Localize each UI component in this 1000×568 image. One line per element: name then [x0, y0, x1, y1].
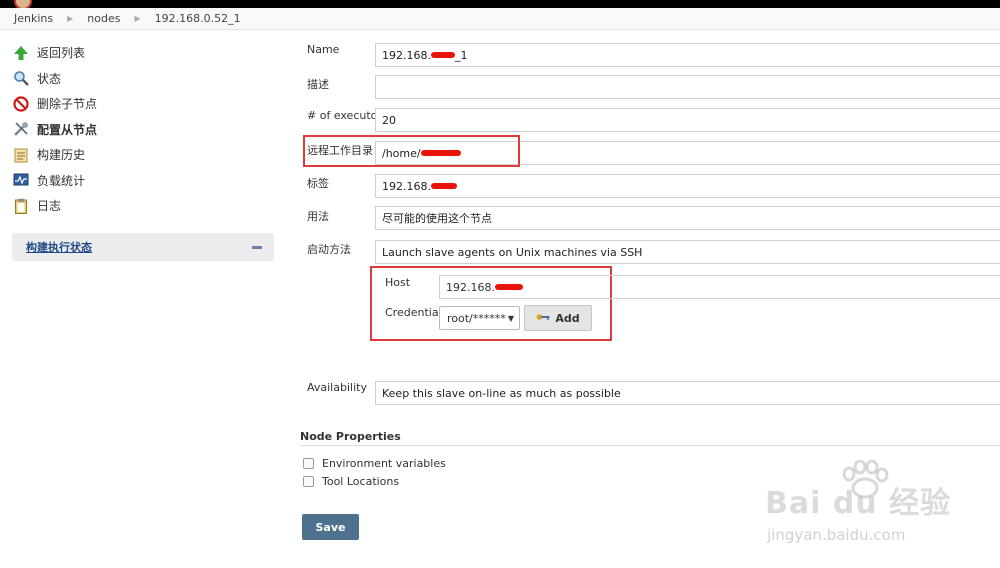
- tool-locations-checkbox[interactable]: [303, 476, 314, 487]
- launch-method-label: 启动方法: [307, 243, 351, 256]
- sidebar-item-back-to-list[interactable]: 返回列表: [12, 40, 274, 66]
- sidebar: 返回列表 状态 删除子节点 配置从节点 构建历史 负载统计 日志: [12, 40, 274, 219]
- watermark-url: jingyan.baidu.com: [767, 526, 906, 544]
- name-label: Name: [307, 43, 340, 56]
- breadcrumb-separator-icon: ▶: [134, 14, 141, 23]
- executor-status-title[interactable]: 构建执行状态: [26, 239, 92, 255]
- wrench-icon: [12, 120, 30, 138]
- remote-dir-label: 远程工作目录: [307, 144, 373, 157]
- usage-select[interactable]: 尽可能的使用这个节点: [375, 206, 1000, 230]
- credentials-selected-value: root/******: [447, 311, 506, 325]
- description-input[interactable]: [375, 75, 1000, 99]
- sidebar-item-label: 构建历史: [37, 148, 86, 163]
- dropdown-arrow-icon: ▼: [507, 313, 514, 323]
- no-entry-icon: [12, 95, 30, 113]
- sidebar-item-label: 删除子节点: [37, 97, 98, 112]
- sidebar-item-label: 负载统计: [37, 173, 86, 188]
- sidebar-item-log[interactable]: 日志: [12, 193, 274, 219]
- top-header-bar: [0, 0, 1000, 8]
- sidebar-item-label: 返回列表: [37, 46, 86, 61]
- notepad-icon: [12, 146, 30, 164]
- name-value-suffix: _1: [454, 48, 468, 62]
- sidebar-item-delete-node[interactable]: 删除子节点: [12, 91, 274, 117]
- redaction-mark: [430, 52, 455, 58]
- sidebar-item-configure[interactable]: 配置从节点: [12, 117, 274, 143]
- clipboard-icon: [12, 197, 30, 215]
- launch-method-select[interactable]: Launch slave agents on Unix machines via…: [375, 240, 1000, 264]
- breadcrumb-jenkins[interactable]: Jenkins: [14, 12, 53, 25]
- sidebar-item-build-history[interactable]: 构建历史: [12, 142, 274, 168]
- redaction-mark: [420, 150, 461, 156]
- section-divider: [300, 445, 1000, 446]
- breadcrumb: Jenkins ▶ nodes ▶ 192.168.0.52_1: [0, 8, 1000, 30]
- usage-label: 用法: [307, 210, 329, 223]
- collapse-icon[interactable]: [252, 245, 262, 249]
- env-variables-label: Environment variables: [322, 457, 446, 470]
- labels-value-prefix: 192.168.: [382, 179, 431, 193]
- baidu-watermark: Bai du 经验 jingyan.baidu.com: [765, 460, 1000, 560]
- description-label: 描述: [307, 78, 329, 91]
- node-properties-title: Node Properties: [300, 430, 401, 443]
- add-credentials-button[interactable]: Add: [524, 305, 592, 331]
- labels-input[interactable]: 192.168.: [375, 174, 1000, 198]
- monitor-icon: [12, 171, 30, 189]
- save-button[interactable]: Save: [302, 514, 359, 540]
- executors-input[interactable]: 20: [375, 108, 1000, 132]
- remote-dir-input[interactable]: /home/: [375, 141, 1000, 165]
- name-value-prefix: 192.168.: [382, 48, 431, 62]
- search-icon: [12, 69, 30, 87]
- watermark-brand: Bai du 经验: [765, 486, 952, 521]
- breadcrumb-nodes[interactable]: nodes: [87, 12, 120, 25]
- breadcrumb-node[interactable]: 192.168.0.52_1: [155, 12, 241, 25]
- name-input[interactable]: 192.168. _1: [375, 43, 1000, 67]
- jenkins-logo[interactable]: [14, 0, 32, 8]
- paw-icon: [842, 460, 889, 499]
- sidebar-item-load-statistics[interactable]: 负载统计: [12, 168, 274, 194]
- sidebar-item-status[interactable]: 状态: [12, 66, 274, 92]
- redaction-mark: [430, 183, 457, 189]
- host-input[interactable]: 192.168.: [439, 275, 1000, 299]
- sidebar-item-label: 状态: [37, 71, 62, 86]
- executor-status-panel: 构建执行状态: [12, 233, 274, 261]
- credentials-label: Credentials: [385, 306, 448, 319]
- labels-label: 标签: [307, 177, 329, 190]
- add-button-label: Add: [555, 311, 580, 325]
- tool-locations-label: Tool Locations: [322, 475, 400, 488]
- sidebar-item-label: 日志: [37, 199, 62, 214]
- credentials-select[interactable]: root/****** ▼: [439, 306, 520, 330]
- redaction-mark: [494, 284, 523, 290]
- env-variables-option: Environment variables: [303, 457, 446, 470]
- tool-locations-option: Tool Locations: [303, 475, 399, 488]
- host-value-prefix: 192.168.: [446, 280, 495, 294]
- env-variables-checkbox[interactable]: [303, 458, 314, 469]
- availability-select[interactable]: Keep this slave on-line as much as possi…: [375, 381, 1000, 405]
- sidebar-item-label: 配置从节点: [37, 122, 98, 137]
- up-arrow-icon: [12, 44, 30, 62]
- host-label: Host: [385, 276, 411, 289]
- key-icon: [536, 312, 550, 325]
- availability-label: Availability: [307, 381, 367, 394]
- remote-dir-value-prefix: /home/: [382, 146, 421, 160]
- breadcrumb-separator-icon: ▶: [67, 14, 74, 23]
